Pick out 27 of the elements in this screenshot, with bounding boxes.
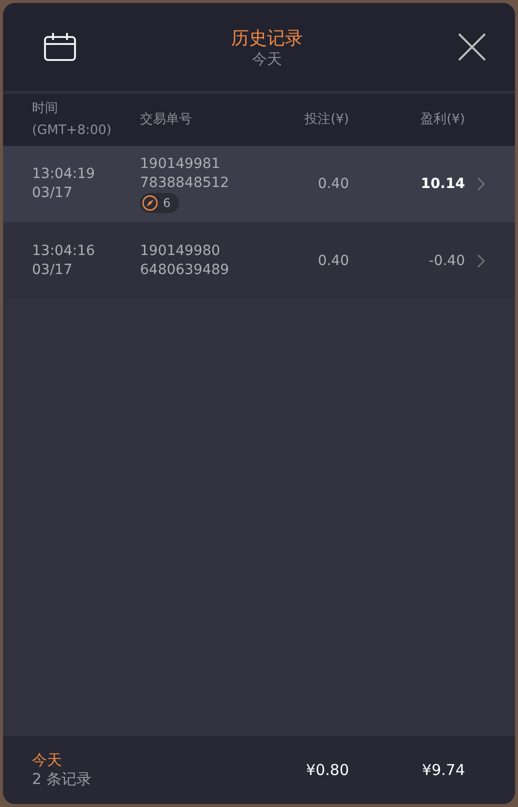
profit-amount: -0.40 bbox=[428, 253, 465, 269]
date-text: 03/17 bbox=[32, 261, 72, 280]
column-header: 时间 (GMT+8:00) bbox=[32, 100, 112, 140]
badge-count: 6 bbox=[163, 196, 171, 210]
column-header: 投注(¥) bbox=[304, 111, 349, 129]
window-title: 历史记录 bbox=[231, 26, 303, 50]
order-number: 190149981 7838848512 bbox=[140, 155, 230, 193]
time-text: 13:04:16 bbox=[32, 242, 95, 261]
column-header: 盈利(¥) bbox=[420, 111, 465, 129]
order-number: 190149980 6480639489 bbox=[140, 242, 230, 280]
bet-amount: 0.40 bbox=[316, 253, 349, 269]
chevron-icon bbox=[477, 177, 485, 191]
profit-amount: 10.14 bbox=[420, 176, 465, 192]
date-text: 03/17 bbox=[32, 184, 72, 203]
close-icon[interactable] bbox=[457, 32, 487, 62]
chevron-icon bbox=[477, 254, 485, 268]
record-row[interactable]: 13:04:19 03/17 190149981 7838848512 6 0.40 10.14 bbox=[3, 146, 515, 222]
total-bet: ¥0.80 bbox=[305, 761, 349, 779]
date-label: 今天 bbox=[252, 50, 282, 68]
bet-amount: 0.40 bbox=[316, 176, 349, 192]
compass-icon bbox=[142, 195, 158, 211]
calendar-icon[interactable] bbox=[43, 32, 77, 62]
record-count: 2 条记录 bbox=[32, 770, 92, 789]
column-header: 交易单号 bbox=[140, 111, 193, 129]
period-label: 今天 bbox=[32, 751, 62, 770]
total-profit: ¥9.74 bbox=[421, 761, 465, 779]
time-text: 13:04:19 bbox=[32, 165, 95, 184]
